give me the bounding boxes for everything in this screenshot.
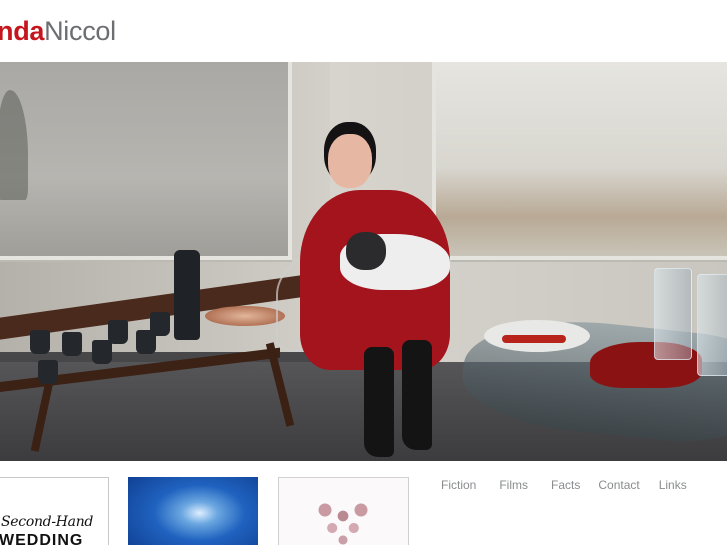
thumbnail-blue-image[interactable] bbox=[128, 477, 258, 545]
hero-photo bbox=[0, 62, 727, 461]
hero-window-left bbox=[0, 62, 292, 260]
hero-tree bbox=[0, 90, 28, 200]
logo-first-name: nda bbox=[0, 16, 45, 46]
nav-link-contact[interactable]: Contact bbox=[598, 477, 639, 493]
hero-cup bbox=[92, 340, 112, 364]
hero-boot bbox=[402, 340, 432, 450]
hero-boot bbox=[364, 347, 394, 457]
ornament-flourish-icon bbox=[307, 492, 379, 545]
nav-link-fiction[interactable]: Fiction bbox=[441, 477, 476, 493]
thumbnail-book-cover[interactable]: Second-Hand WEDDING bbox=[0, 477, 109, 545]
page: ndaNiccol Second-Hand WEDDING Fiction Fi… bbox=[0, 0, 727, 545]
hero-woman-head bbox=[328, 134, 372, 188]
site-logo[interactable]: ndaNiccol bbox=[0, 14, 116, 48]
hero-bowl bbox=[205, 306, 285, 326]
hero-glass-vase bbox=[654, 268, 692, 360]
thumbnail-title-line1: Second-Hand bbox=[1, 514, 94, 530]
thumbnail-ornament-image[interactable] bbox=[278, 477, 409, 545]
hero-plate-item bbox=[502, 335, 566, 343]
hero-cup bbox=[108, 320, 128, 344]
hero-cup bbox=[150, 312, 170, 336]
hero-cup bbox=[62, 332, 82, 356]
hero-cup bbox=[30, 330, 50, 354]
thumbnail-title-line2: WEDDING bbox=[0, 532, 84, 545]
hero-cup bbox=[38, 360, 58, 384]
hero-glass-vase bbox=[697, 274, 727, 376]
hero-dog-head bbox=[346, 232, 386, 270]
main-nav: Fiction Films Facts Contact Links bbox=[441, 477, 687, 493]
nav-link-facts[interactable]: Facts bbox=[551, 477, 580, 493]
hero-window-right bbox=[432, 62, 727, 260]
nav-link-films[interactable]: Films bbox=[499, 477, 528, 493]
nav-link-links[interactable]: Links bbox=[659, 477, 687, 493]
logo-last-name: Niccol bbox=[44, 16, 116, 46]
hero-vase bbox=[174, 250, 200, 340]
